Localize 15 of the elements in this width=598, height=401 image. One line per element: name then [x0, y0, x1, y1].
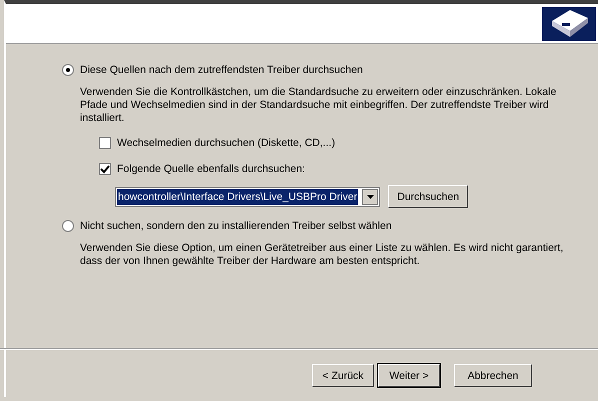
description-text: Verwenden Sie die Kontrollkästchen, um die Standardsuche zu erweitern oder einzuschränken. Lokale Pfade und Wechselmedien sind in der Standardsuche mit einbegriffen. Der zutreffendste Treiber wird installiert.	[80, 86, 558, 125]
checkbox-label: Wechselmedien durchsuchen (Diskette, CD,...)	[117, 137, 336, 149]
description-text: Verwenden Sie diese Option, um einen Gerätetreiber aus einer Liste zu wählen. Es wird nicht garantiert, dass der von Ihnen gewählte Treiber der Hardware am besten entspricht.	[80, 242, 564, 268]
wizard-button[interactable]: Abbrechen	[454, 364, 532, 387]
browse-button[interactable]: Durchsuchen	[388, 185, 468, 208]
checkbox[interactable]	[99, 137, 111, 149]
radio-button[interactable]	[62, 220, 74, 232]
checkbox[interactable]	[99, 163, 111, 175]
path-combo-box[interactable]: howcontroller\Interface Drivers\Live_USBPro Driver	[115, 186, 380, 206]
radio-label: Nicht suchen, sondern den zu installierenden Treiber selbst wählen	[80, 220, 392, 232]
checkbox-label: Folgende Quelle ebenfalls durchsuchen:	[117, 163, 305, 175]
radio-label: Diese Quellen nach dem zutreffendsten Treiber durchsuchen	[80, 64, 363, 76]
wizard-button[interactable]: Weiter >	[378, 364, 440, 387]
radio-button[interactable]	[62, 64, 74, 76]
wizard-button[interactable]: < Zurück	[312, 364, 374, 387]
